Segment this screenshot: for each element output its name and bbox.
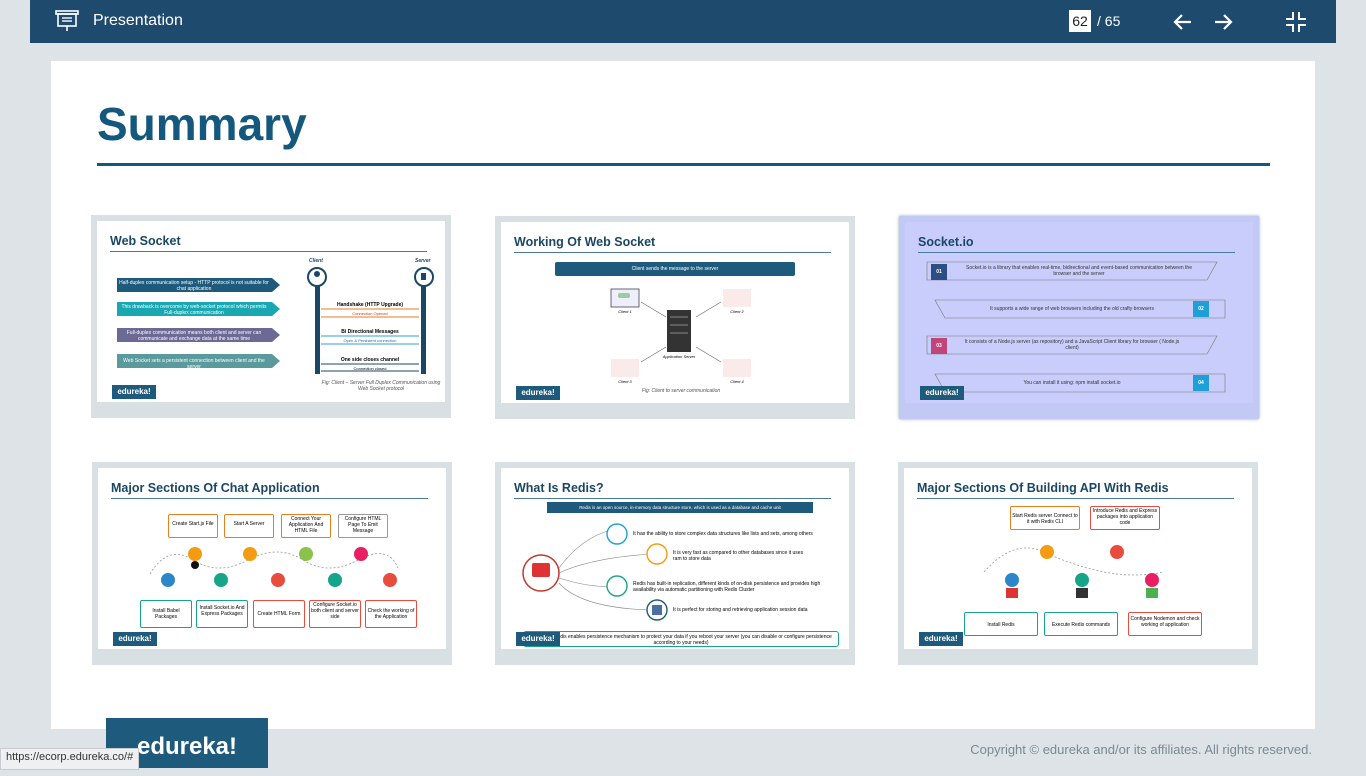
step-number: 03 <box>936 343 942 349</box>
step-number: 02 <box>1198 306 1204 312</box>
thumbnail-web-socket[interactable]: Web Socket Client Server Half-duplex com… <box>91 215 451 418</box>
point-text: It is very fast as compared to other dat… <box>673 550 804 562</box>
presentation-toolbar: Presentation 62 / 65 <box>30 0 1336 43</box>
step-text: It consists of a Node.js server (as repo… <box>964 339 1180 351</box>
step-box: Start Redis server Connect to it with Re… <box>1010 506 1080 530</box>
step-box: Create Start.js File <box>168 514 218 538</box>
page-total: / 65 <box>1097 13 1121 29</box>
message-label: Connection closed <box>353 366 387 371</box>
message-label: One side closes channel <box>340 357 400 363</box>
status-bar-url: https://ecorp.edureka.co/# <box>0 748 140 770</box>
thumbnail-api-with-redis[interactable]: Major Sections Of Building API With Redi… <box>898 462 1258 665</box>
edureka-logo: edureka! <box>113 632 157 646</box>
slide-title: Summary <box>97 98 307 150</box>
page-number-input[interactable]: 62 <box>1069 10 1091 32</box>
slide-canvas: Summary Web Socket Client Server Half-du… <box>51 61 1315 729</box>
step-box: Install Babel Packages <box>140 600 192 628</box>
step-number: 01 <box>936 269 942 275</box>
collapse-icon <box>1286 12 1306 32</box>
edureka-logo: edureka! <box>516 632 560 646</box>
thumbnail-working-of-web-socket[interactable]: Working Of Web Socket Client sends the m… <box>495 216 855 419</box>
step-box: Execute Redis commands <box>1044 612 1118 636</box>
footer-copyright: Copyright © edureka and/or its affiliate… <box>970 742 1312 757</box>
point-text: Redis has built-in replication, differen… <box>633 581 821 593</box>
step-box: Introduce Redis and Express packages int… <box>1090 506 1160 530</box>
edureka-logo: edureka! <box>919 632 963 646</box>
network-diagram <box>610 288 751 377</box>
point-text: This drawback is overcome by web-socket … <box>121 304 267 316</box>
arrow-left-icon <box>1173 14 1191 30</box>
thumbnail-what-is-redis[interactable]: What Is Redis? Redis is an open source, … <box>495 462 855 665</box>
step-box: Start A Server <box>224 514 274 538</box>
node-label: Application Server <box>662 354 696 359</box>
message-label: Bi Directional Messages <box>341 329 399 335</box>
step-box: Configure HTML Page To Emit Message <box>338 514 388 538</box>
step-text: You can install it using: npm install so… <box>1023 380 1121 386</box>
point-text: Full-duplex communication means both cli… <box>126 330 262 342</box>
figure-caption: Fig: Client – Server Full Duplex Communi… <box>321 380 441 392</box>
step-box: Install Socket.io And Express Packages <box>196 600 248 628</box>
step-box: Configure Nodemon and check working of a… <box>1128 612 1202 636</box>
step-box: Install Redis <box>964 612 1038 636</box>
note-box: By default Redis enables persistence mec… <box>523 631 839 647</box>
node-label: Client 2 <box>730 309 744 314</box>
point-text: It has the ability to store complex data… <box>633 531 813 537</box>
socket-io-steps <box>926 261 1226 393</box>
message-label: Handshake (HTTP Upgrade) <box>336 302 404 308</box>
figure-caption: Fig: Client to server communication <box>641 388 721 394</box>
edureka-logo: edureka! <box>920 386 964 400</box>
message-label: Connection Opened <box>352 311 388 316</box>
message-label: Open & Persistent connection <box>343 338 397 343</box>
point-text: Web Socket sets a persistent connection … <box>123 358 265 370</box>
exit-fullscreen-button[interactable] <box>1284 10 1308 34</box>
next-slide-button[interactable] <box>1211 10 1235 34</box>
arrow-right-icon <box>1215 14 1233 30</box>
toolbar-title: Presentation <box>93 12 183 29</box>
title-divider <box>97 163 1270 166</box>
node-label: Client 3 <box>618 379 632 384</box>
step-text: It supports a wide range of web browsers… <box>990 306 1154 312</box>
previous-slide-button[interactable] <box>1171 10 1195 34</box>
presentation-icon <box>54 8 80 34</box>
step-box: Configure Socket.io both client and serv… <box>309 600 361 628</box>
edureka-logo: edureka! <box>112 385 156 399</box>
node-label: Client 1 <box>618 309 632 314</box>
thumbnail-socket-io[interactable]: Socket.io 01 02 03 04 Socket.io is a lib… <box>899 216 1259 419</box>
step-text: Socket.io is a library that enables real… <box>966 265 1192 277</box>
step-box: Check the working of the Application <box>365 600 417 628</box>
step-number: 04 <box>1198 380 1204 386</box>
point-text: Half-duplex communication setup - HTTP p… <box>119 280 269 292</box>
step-box: Create HTML Form <box>253 600 305 628</box>
point-text: It is perfect for storing and retrieving… <box>673 607 808 613</box>
redis-logo-label: Redis <box>534 580 548 586</box>
thumbnail-chat-application[interactable]: Major Sections Of Chat Application Creat… <box>92 462 452 665</box>
step-box: Connect Your Application And HTML File <box>281 514 331 538</box>
node-label: Client 4 <box>730 379 744 384</box>
edureka-logo: edureka! <box>516 386 560 400</box>
